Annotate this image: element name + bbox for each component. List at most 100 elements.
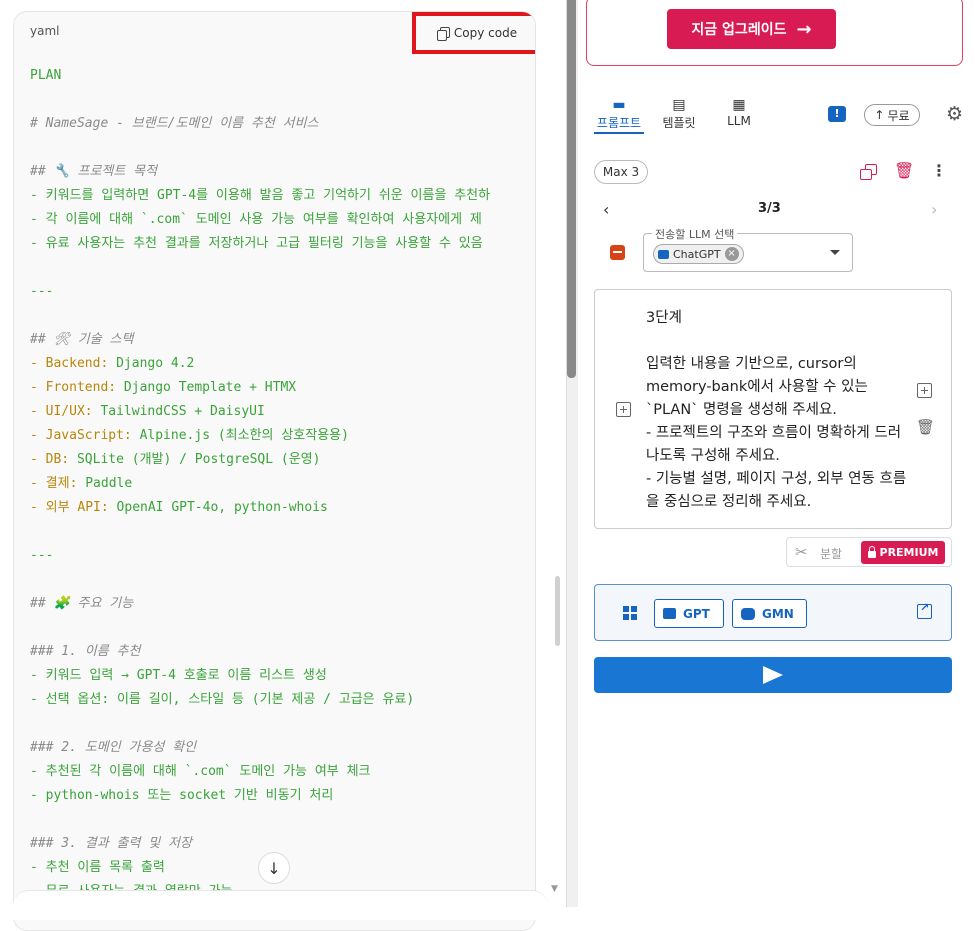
code-text: ## 🧩 주요 기능 (30, 596, 134, 611)
copy-code-label: Copy code (453, 26, 518, 40)
copy-code-button[interactable]: Copy code (412, 12, 535, 54)
pane-scrollbar-thumb[interactable] (567, 0, 576, 378)
library-icon: ▤ (672, 97, 686, 113)
premium-badge[interactable]: PREMIUM (861, 541, 945, 564)
llm-select[interactable]: 전송할 LLM 선택 ChatGPT × (643, 226, 853, 272)
llm-chip-chatgpt: ChatGPT × (653, 244, 744, 264)
code-value: Alpine.js (최소한의 상호작용용) (131, 428, 349, 443)
code-text: - 유료 사용자는 추천 결과를 저장하거나 고급 필터링 기능을 사용할 수 … (30, 236, 483, 251)
scroll-down-arrow-icon[interactable]: ▼ (551, 884, 558, 894)
more-vert-icon[interactable]: ⋮ (931, 161, 947, 180)
duplicate-icon[interactable] (859, 163, 877, 181)
feedback-icon[interactable]: ! (828, 106, 846, 122)
lock-icon (867, 545, 876, 558)
code-line: - 각 이름에 대해 `.com` 도메인 사용 가능 여부를 확인하여 사용자… (30, 208, 535, 232)
dashboard-icon: ▦ (732, 97, 746, 113)
code-scrollbar-thumb[interactable] (555, 576, 560, 646)
code-key: - DB: (30, 452, 70, 467)
code-value: OpenAI GPT-4o, python-whois (108, 500, 328, 515)
delete-prompt-icon[interactable]: 🗑 (916, 418, 935, 436)
step-pager-label: 3/3 (758, 201, 781, 216)
code-line: ### 3. 결과 출력 및 저장 (30, 832, 535, 856)
code-scrollbar-track[interactable] (552, 0, 562, 907)
chevron-right-icon[interactable]: › (931, 200, 937, 219)
remove-step-button[interactable] (610, 245, 625, 260)
max-count-chip[interactable]: Max 3 (594, 160, 648, 184)
code-line: - python-whois 또는 socket 기반 비동기 처리 (30, 784, 535, 808)
tab-templates-label: 템플릿 (662, 116, 696, 130)
code-line: - 외부 API: OpenAI GPT-4o, python-whois (30, 496, 535, 520)
tab-llm-label: LLM (727, 114, 751, 128)
code-line: - 결제: Paddle (30, 472, 535, 496)
code-text: ### 1. 이름 추천 (30, 644, 141, 659)
code-key: - 외부 API: (30, 500, 109, 515)
scroll-to-bottom-button[interactable]: ↓ (258, 852, 290, 884)
code-value: Paddle (77, 476, 133, 491)
code-value: Django 4.2 (108, 356, 195, 371)
code-line: - DB: SQLite (개발) / PostgreSQL (운영) (30, 448, 535, 472)
upgrade-now-button[interactable]: 지금 업그레이드 → (667, 9, 836, 49)
code-line: ### 2. 도메인 가용성 확인 (30, 736, 535, 760)
grid-icon[interactable] (623, 606, 638, 621)
prompt-editor[interactable]: 3단계 입력한 내용을 기반으로, cursor의 memory-bank에서 … (594, 289, 952, 529)
code-line: --- (30, 280, 535, 304)
code-line: - 유료 사용자는 추천 결과를 저장하거나 고급 필터링 기능을 사용할 수 … (30, 232, 535, 256)
code-key: - UI/UX: (30, 404, 93, 419)
tab-templates[interactable]: ▤ 템플릿 (652, 96, 706, 131)
code-line: - JavaScript: Alpine.js (최소한의 상호작용용) (30, 424, 535, 448)
plan-free-pill[interactable]: ↑ 무료 (864, 104, 920, 126)
caret-down-icon[interactable] (830, 250, 840, 255)
code-key: - JavaScript: (30, 428, 132, 443)
code-content: PLAN # NameSage - 브랜드/도메인 이름 추천 서비스 ## 🔧 프… (30, 64, 535, 904)
tab-llm[interactable]: ▦ LLM (714, 96, 764, 128)
code-text: ### 2. 도메인 가용성 확인 (30, 740, 197, 755)
code-line: - UI/UX: TailwindCSS + DaisyUI (30, 400, 535, 424)
active-tab-indicator (594, 132, 644, 134)
code-pane: yaml Copy code PLAN # NameSage - 브랜드/도메인 … (0, 0, 566, 931)
gpt-button[interactable]: GPT (654, 599, 724, 628)
code-text: - 키워드를 입력하면 GPT-4를 이용해 발음 좋고 기억하기 쉬운 이름을… (30, 188, 491, 203)
gpt-button-label: GPT (683, 606, 710, 621)
code-line: PLAN (30, 64, 535, 88)
code-key: - Frontend: (30, 380, 117, 395)
chat-icon (658, 249, 669, 259)
code-value: Django Template + HTMX (116, 380, 297, 395)
prompt-text[interactable]: 3단계 입력한 내용을 기반으로, cursor의 memory-bank에서 … (646, 307, 911, 514)
code-text: - 키워드 입력 → GPT-4 호출로 이름 리스트 생성 (30, 668, 327, 683)
chip-remove-icon[interactable]: × (724, 247, 739, 261)
code-language-label: yaml (30, 24, 60, 38)
code-text: ### 3. 결과 출력 및 저장 (30, 836, 192, 851)
code-value: SQLite (개발) / PostgreSQL (운영) (69, 452, 321, 467)
gmn-button[interactable]: GMN (732, 599, 807, 628)
code-text: - 추천된 각 이름에 대해 `.com` 도메인 가능 여부 체크 (30, 764, 371, 779)
code-line: - 키워드 입력 → GPT-4 호출로 이름 리스트 생성 (30, 664, 535, 688)
code-line: - 추천된 각 이름에 대해 `.com` 도메인 가능 여부 체크 (30, 760, 535, 784)
add-before-icon[interactable] (616, 402, 631, 417)
open-in-new-icon[interactable] (917, 601, 932, 619)
code-key: - Backend: (30, 356, 109, 371)
tab-prompt[interactable]: ▬ 프롬프트 (592, 96, 646, 131)
trash-icon[interactable]: 🗑 (894, 161, 914, 180)
code-text: ## 🔧 프로젝트 목적 (30, 164, 158, 179)
gear-icon[interactable]: ⚙ (946, 103, 963, 125)
bot-icon (741, 607, 755, 620)
sidebar-tabs: ▬ 프롬프트 ▤ 템플릿 ▦ LLM ! ↑ 무료 ⚙ (592, 96, 964, 136)
code-text: - 선택 옵션: 이름 길이, 스타일 등 (기본 제공 / 고급은 유료) (30, 692, 415, 707)
code-line: ## 🧩 주요 기능 (30, 592, 535, 616)
send-button[interactable] (594, 657, 952, 693)
chevron-left-icon[interactable]: ‹ (603, 200, 609, 219)
code-text: - 각 이름에 대해 `.com` 도메인 사용 가능 여부를 확인하여 사용자… (30, 212, 482, 227)
arrow-up-icon: ↑ (874, 108, 885, 122)
code-block: yaml Copy code PLAN # NameSage - 브랜드/도메인 … (13, 11, 536, 931)
code-text: ## 🛠 기술 스택 (30, 332, 134, 347)
code-line: # NameSage - 브랜드/도메인 이름 추천 서비스 (30, 112, 535, 136)
add-after-icon[interactable] (917, 383, 932, 398)
code-key: - 결제: (30, 476, 78, 491)
